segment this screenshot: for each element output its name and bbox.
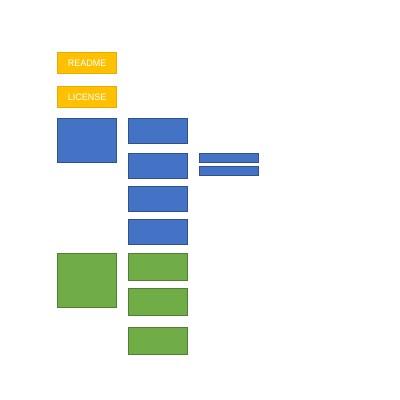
blue-group-parent-box [57,118,117,163]
blue-child-box-2 [128,153,188,179]
green-child-box-2 [128,288,188,316]
blue-subitem-bar-1 [199,153,259,163]
blue-child-box-1 [128,118,188,144]
blue-subitem-bar-2 [199,166,259,176]
blue-child-box-3 [128,186,188,212]
green-group-parent-box [57,253,117,308]
readme-box: README [57,52,117,74]
blue-child-box-4 [128,219,188,245]
license-box: LICENSE [57,86,117,108]
green-child-box-1 [128,253,188,281]
green-child-box-3 [128,327,188,355]
